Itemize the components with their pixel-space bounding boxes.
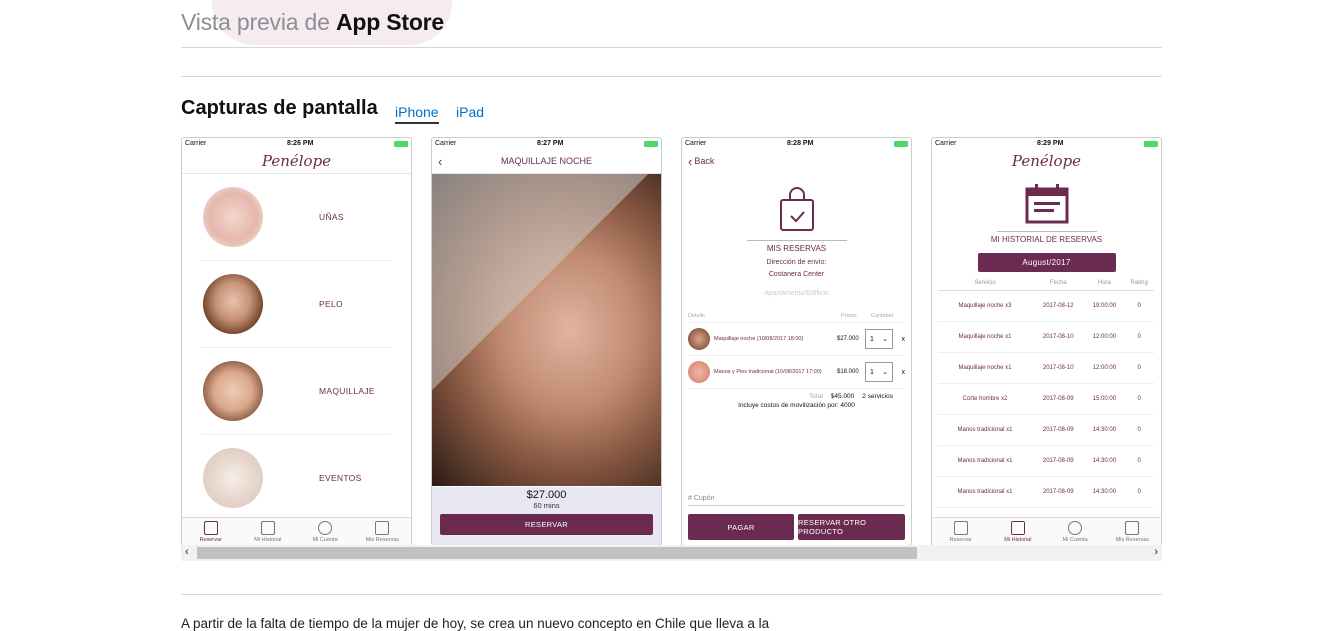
calendar-icon — [953, 520, 968, 535]
tab-mi-cuenta[interactable]: Mi Cuenta — [297, 518, 354, 545]
category-item[interactable]: EVENTOS — [202, 435, 391, 521]
month-selector[interactable]: August/2017 — [977, 253, 1116, 272]
history-icon — [260, 520, 275, 535]
reserve-other-button[interactable]: RESERVAR OTRO PRODUCTO — [798, 514, 905, 540]
cart-header: Detalle Precio Cantidad — [688, 313, 905, 323]
page-title: Vista previa de App Store — [181, 9, 445, 35]
cart-item: Maquillaje noche (10/08/2017 18:00) $27.… — [688, 323, 905, 356]
category-image — [203, 274, 263, 334]
nav-bar: ‹ MAQUILLAJE NOCHE — [432, 149, 661, 174]
nav-bar: Penélope — [932, 149, 1161, 173]
tab-mi-cuenta[interactable]: Mi Cuenta — [1047, 518, 1104, 545]
quantity-select[interactable]: 1 ⌄ — [865, 329, 893, 349]
category-image — [203, 448, 263, 508]
battery-icon — [393, 140, 408, 147]
tab-mi-historial[interactable]: Mi Historial — [989, 518, 1046, 545]
calendar-icon — [1025, 184, 1068, 224]
calendar-icon — [203, 520, 218, 535]
screenshot-3[interactable]: Carrier 8:28 PM ‹ Back MIS RESERVAS Direc… — [681, 137, 912, 546]
divider — [181, 594, 1162, 595]
item-thumbnail — [688, 328, 710, 350]
product-photo — [432, 174, 661, 486]
bag-illustration — [682, 187, 911, 238]
reserve-button[interactable]: RESERVAR — [440, 514, 653, 535]
back-button[interactable]: ‹ — [438, 154, 442, 169]
tab-mi-historial[interactable]: Mi Historial — [239, 518, 296, 545]
item-thumbnail — [688, 361, 710, 383]
category-item[interactable]: PELO — [202, 261, 391, 348]
table-row[interactable]: Maquillaje noche x1 2017-08-10 12:00:00 0 — [938, 352, 1154, 384]
coupon-input[interactable]: # Cupón — [688, 495, 905, 506]
tab-mis-reservas[interactable]: Mis Reservas — [354, 518, 411, 545]
remove-item-button[interactable]: x — [893, 369, 906, 376]
tab-ipad[interactable]: iPad — [456, 104, 484, 120]
tab-bar: Reservar Mi Historial Mi Cuenta Mis Rese… — [932, 517, 1161, 545]
screenshot-2[interactable]: Carrier 8:27 PM ‹ MAQUILLAJE NOCHE $27.0… — [431, 137, 662, 546]
chevron-down-icon: ⌄ — [882, 369, 888, 376]
cart-item: Manos y Pies tradicional (10/08/2017 17:… — [688, 356, 905, 389]
divider — [181, 76, 1162, 77]
battery-icon — [1143, 140, 1158, 147]
table-row[interactable]: Maquillaje noche x3 2017-08-12 19:00:00 0 — [938, 290, 1154, 322]
app-logo: Penélope — [261, 152, 332, 170]
price-panel: $27.000 60 mins RESERVAR — [432, 487, 661, 545]
shopping-bag-icon — [779, 187, 814, 231]
section-title: Capturas de pantalla — [181, 97, 378, 119]
scrollbar-thumb[interactable] — [197, 547, 917, 559]
category-item[interactable]: MAQUILLAJE — [202, 348, 391, 435]
nav-bar: Penélope — [182, 149, 411, 174]
tab-mis-reservas[interactable]: Mis Reservas — [1104, 518, 1161, 545]
scroll-left-icon[interactable]: ‹ — [185, 546, 189, 558]
table-row[interactable]: Manos tradicional x1 2017-08-09 14:30:00 0 — [938, 445, 1154, 477]
bag-icon — [1125, 520, 1140, 535]
screenshot-1[interactable]: Carrier 8:26 PM Penélope UÑAS PELO MAQUI… — [181, 137, 412, 546]
table-row[interactable]: Manos tradicional x1 2017-08-09 14:30:00 0 — [938, 476, 1154, 508]
history-icon — [1010, 520, 1025, 535]
scroll-right-icon[interactable]: › — [1154, 546, 1158, 558]
app-logo: Penélope — [1011, 152, 1082, 170]
back-button[interactable]: ‹ Back — [688, 154, 714, 169]
remove-item-button[interactable]: x — [893, 336, 906, 343]
status-bar: Carrier 8:28 PM — [682, 138, 911, 149]
category-image — [203, 361, 263, 421]
chevron-down-icon: ⌄ — [882, 336, 888, 343]
battery-icon — [643, 140, 658, 147]
category-image — [203, 187, 263, 247]
table-row[interactable]: Maquillaje noche x1 2017-08-10 12:00:00 0 — [938, 321, 1154, 353]
user-icon — [318, 520, 333, 535]
category-item[interactable]: UÑAS — [202, 174, 391, 261]
battery-icon — [893, 140, 908, 147]
quantity-select[interactable]: 1 ⌄ — [865, 362, 893, 382]
divider — [181, 47, 1162, 48]
pay-button[interactable]: PAGAR — [688, 514, 794, 540]
chevron-left-icon: ‹ — [688, 153, 693, 169]
status-bar: Carrier 8:29 PM — [932, 138, 1161, 149]
app-description: A partir de la falta de tiempo de la muj… — [181, 616, 770, 631]
tab-iphone[interactable]: iPhone — [395, 104, 439, 124]
tab-reservar[interactable]: Reservar — [932, 518, 989, 545]
tab-reservar[interactable]: Reservar — [182, 518, 239, 545]
bag-icon — [375, 520, 390, 535]
status-bar: Carrier 8:27 PM — [432, 138, 661, 149]
table-row[interactable]: Manos tradicional x1 2017-08-09 14:30:00 0 — [938, 414, 1154, 446]
status-bar: Carrier 8:26 PM — [182, 138, 411, 149]
apartment-input[interactable]: Apartamento/Edificio — [682, 290, 911, 297]
chevron-left-icon: ‹ — [438, 153, 443, 169]
table-row[interactable]: Corte hombre x2 2017-08-09 15:00:00 0 — [938, 383, 1154, 415]
nav-bar: ‹ Back — [682, 149, 911, 173]
cart-total: Total $45.000 2 servicios — [809, 393, 893, 400]
history-table: Servicio Fecha Hora Rating Maquillaje no… — [938, 276, 1154, 539]
horizontal-scrollbar[interactable]: ‹ › — [181, 545, 1162, 561]
screenshot-4[interactable]: Carrier 8:29 PM Penélope MI HISTORIAL DE… — [931, 137, 1162, 546]
user-icon — [1068, 520, 1083, 535]
tab-bar: Reservar Mi Historial Mi Cuenta Mis Rese… — [182, 517, 411, 545]
